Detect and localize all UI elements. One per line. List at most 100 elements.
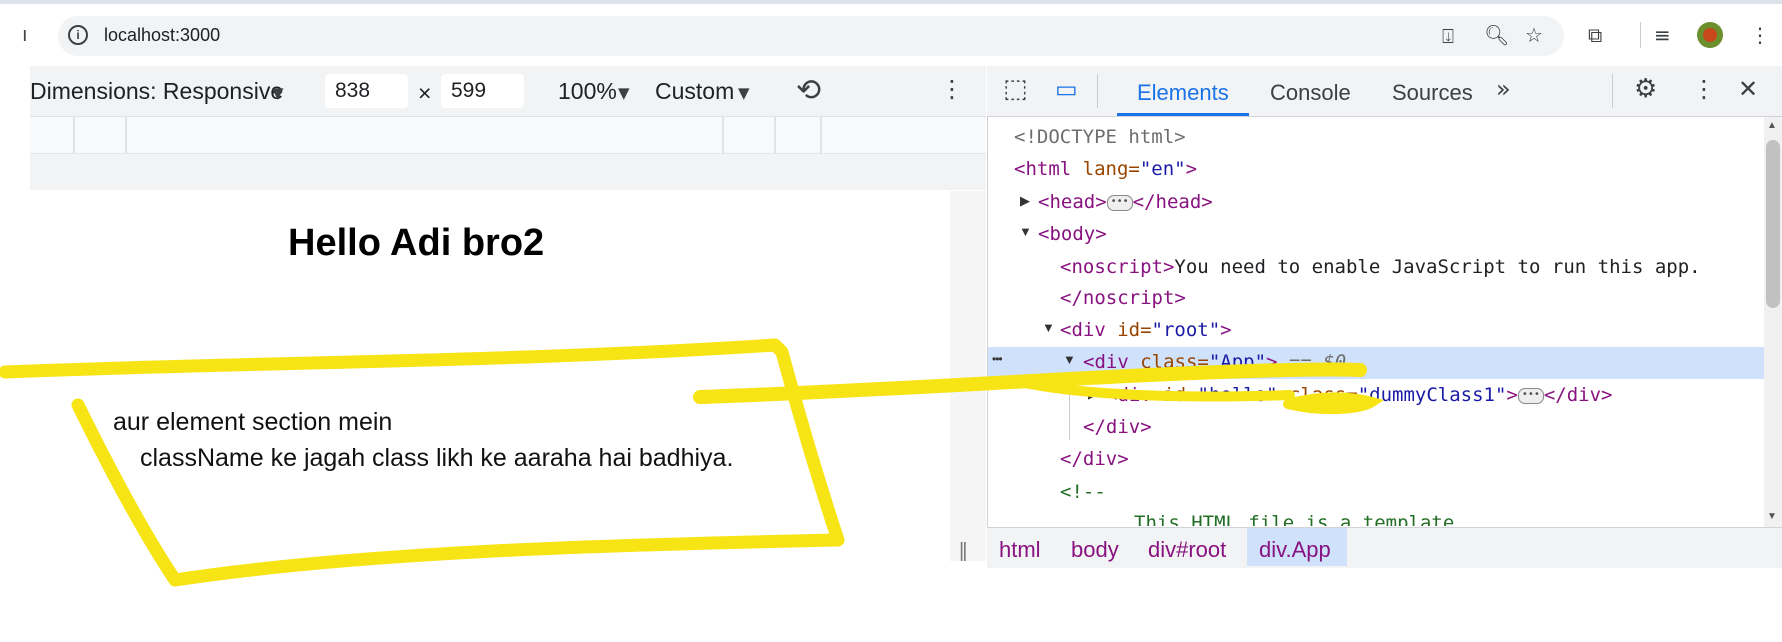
dom-head-line[interactable]: <head> ••• </head>: [1038, 191, 1213, 213]
ruler-bar: [30, 154, 986, 190]
throttle-chevron-icon[interactable]: ▼: [738, 84, 750, 102]
zoom-dropdown[interactable]: 100%: [558, 78, 617, 105]
dom-tag: >: [1266, 351, 1278, 373]
dom-attr: lang=: [1071, 158, 1140, 180]
extensions-icon[interactable]: ⧉: [1588, 24, 1602, 46]
dimensions-chevron-icon[interactable]: ▼: [272, 84, 284, 102]
dom-div-close[interactable]: </div>: [1083, 416, 1152, 438]
dom-attr: id=: [1105, 319, 1152, 341]
dom-root-line[interactable]: <div id="root">: [1060, 319, 1232, 341]
dom-attr: id=: [1151, 384, 1198, 406]
times-sign: ×: [418, 80, 432, 106]
dom-tag: </head>: [1132, 191, 1213, 213]
width-input[interactable]: 838: [325, 74, 408, 108]
more-options-icon[interactable]: ⋮: [940, 77, 964, 101]
dom-tag: <div: [1083, 351, 1129, 373]
annotation-note-line2: className ke jagah class likh ke aaraha …: [140, 444, 734, 472]
tab-sources[interactable]: Sources: [1392, 80, 1473, 106]
ellipsis-badge-icon[interactable]: •••: [1106, 194, 1133, 211]
ruler-tick: [820, 117, 822, 153]
tab-edge-glyph: ı: [22, 24, 28, 46]
avatar-inner: [1703, 28, 1717, 42]
devtools-menu-icon[interactable]: ⋮: [1692, 77, 1716, 101]
dom-value: "en": [1139, 158, 1186, 180]
dom-html-line[interactable]: <html lang="en">: [1014, 158, 1197, 180]
dom-tag: <div: [1060, 319, 1106, 341]
media-controls-icon[interactable]: ≡: [1654, 24, 1671, 46]
zoom-icon[interactable]: 🔍︎: [1484, 24, 1509, 46]
annotation-note-line1: aur element section mein: [113, 408, 393, 436]
throttle-dropdown[interactable]: Custom: [655, 78, 734, 105]
url-box[interactable]: [58, 16, 1564, 56]
devtools-tabbar: [987, 66, 1782, 117]
scroll-down-icon[interactable]: ▼: [1767, 511, 1777, 522]
bookmark-star-icon[interactable]: ☆: [1525, 24, 1543, 46]
rotate-icon[interactable]: ⟲: [796, 76, 821, 106]
settings-gear-icon[interactable]: ⚙: [1634, 76, 1657, 102]
collapse-triangle-icon[interactable]: ▼: [1063, 352, 1076, 367]
dom-app-line[interactable]: <div class="App"> == $0: [1083, 351, 1346, 373]
tab-elements[interactable]: Elements: [1137, 80, 1229, 106]
dom-tag: <head>: [1038, 191, 1107, 213]
zoom-chevron-icon[interactable]: ▼: [618, 84, 630, 102]
dom-noscript-close[interactable]: </noscript>: [1060, 287, 1186, 309]
tab-console[interactable]: Console: [1270, 80, 1351, 106]
tabbar-divider: [1612, 74, 1613, 108]
site-info-icon[interactable]: i: [68, 25, 88, 45]
dom-doctype[interactable]: <!DOCTYPE html>: [1014, 126, 1186, 148]
ruler-tick: [73, 117, 75, 153]
breadcrumb-html[interactable]: html: [999, 537, 1041, 563]
dom-attr: class=: [1128, 351, 1209, 373]
url-text[interactable]: localhost:3000: [104, 25, 220, 46]
collapse-triangle-icon[interactable]: ▼: [1019, 224, 1032, 239]
dom-tag: >: [1185, 158, 1198, 180]
dom-noscript-line[interactable]: <noscript>You need to enable JavaScript …: [1060, 256, 1701, 278]
dom-tag: <div: [1106, 384, 1152, 406]
active-tab-indicator: [1117, 113, 1249, 116]
media-query-bar[interactable]: [30, 117, 986, 154]
dom-scrollbar-thumb[interactable]: [1766, 140, 1780, 308]
toolbar-divider: [1640, 22, 1641, 48]
browser-menu-icon[interactable]: ⋮: [1750, 24, 1770, 46]
ellipsis-badge-icon[interactable]: •••: [1517, 387, 1544, 404]
dom-body-line[interactable]: <body>: [1038, 223, 1107, 245]
dom-value: "App": [1208, 351, 1267, 373]
ruler-tick: [125, 117, 127, 153]
dom-value: "dummyClass1": [1357, 384, 1507, 406]
dom-attr: class=: [1277, 384, 1358, 406]
dom-tag: </div>: [1543, 384, 1613, 406]
viewport-scrollbar[interactable]: [950, 191, 986, 561]
install-app-icon[interactable]: ⍗: [1442, 25, 1454, 47]
dimensions-dropdown[interactable]: Dimensions: Responsive: [30, 78, 283, 105]
ruler-tick: [774, 117, 776, 153]
tabbar-divider: [1097, 74, 1098, 108]
dom-tag: <html: [1014, 158, 1072, 180]
dom-comment-open[interactable]: <!--: [1060, 481, 1106, 503]
dom-text: You need to enable JavaScript to run thi…: [1174, 256, 1701, 278]
ruler-tick: [722, 117, 724, 153]
more-tabs-icon[interactable]: »: [1496, 77, 1511, 101]
scroll-up-icon[interactable]: ▲: [1767, 120, 1777, 131]
expand-triangle-icon[interactable]: ▶: [1088, 386, 1098, 402]
breadcrumb-div-root[interactable]: div#root: [1148, 537, 1226, 563]
breadcrumb-div-app[interactable]: div.App: [1259, 537, 1331, 563]
device-toggle-icon[interactable]: ▭: [1055, 77, 1078, 101]
dom-value: "hello": [1197, 384, 1278, 406]
collapse-triangle-icon[interactable]: ▼: [1042, 320, 1055, 335]
selected-marker: == $0: [1277, 351, 1347, 373]
expand-triangle-icon[interactable]: ▶: [1020, 193, 1030, 209]
dom-tag: >: [1506, 384, 1518, 406]
inspect-element-icon[interactable]: ⬚: [1003, 76, 1028, 102]
dom-comment-text[interactable]: This HTML file is a template.: [1134, 512, 1466, 526]
drag-handle-icon[interactable]: ||: [959, 540, 968, 563]
page-heading: Hello Adi bro2: [288, 222, 545, 264]
close-icon[interactable]: ✕: [1738, 77, 1758, 101]
dom-value: "root": [1151, 319, 1221, 341]
dom-div-close[interactable]: </div>: [1060, 448, 1129, 470]
height-input[interactable]: 599: [441, 74, 524, 108]
dom-hello-line[interactable]: <div id="hello" class="dummyClass1"> ••• <…: [1106, 384, 1613, 406]
dom-tag: <noscript>: [1060, 256, 1175, 278]
row-ellipsis-icon[interactable]: •••: [992, 352, 1003, 366]
breadcrumb-body[interactable]: body: [1071, 537, 1119, 563]
dom-tag: >: [1220, 319, 1232, 341]
